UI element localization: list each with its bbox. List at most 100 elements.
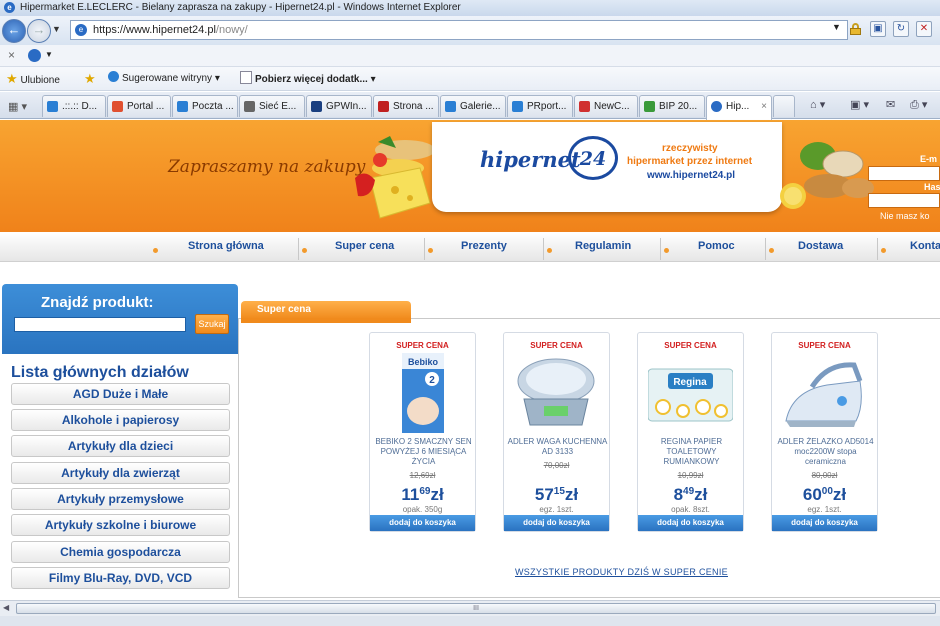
logo-panel[interactable]: hipernet 24 rzeczywisty hipermarket prze…	[432, 122, 782, 212]
back-button[interactable]: ←	[2, 19, 26, 43]
tab-7[interactable]: Galerie...	[440, 95, 506, 117]
milk-formula-box-image[interactable]: Bebiko 2	[380, 351, 465, 436]
tab-label: Hip...	[726, 101, 750, 112]
product-name[interactable]: BEBIKO 2 SMACZNY SEN POWYŻEJ 6 MIESIĄCA …	[372, 437, 475, 467]
package-info: egz. 1szt.	[539, 505, 574, 514]
address-dropdown-icon[interactable]: ▼	[832, 22, 841, 32]
price-integer: 11	[401, 485, 420, 504]
addons-button[interactable]: Pobierz więcej dodatk... ▾	[240, 71, 376, 87]
refresh-icon[interactable]: ↻	[893, 21, 909, 37]
tagline-url: www.hipernet24.pl	[647, 170, 735, 181]
favorites-button[interactable]: ★ Ulubione	[6, 71, 60, 87]
menu-gifts[interactable]: Prezenty	[461, 240, 507, 252]
tab-9[interactable]: NewC...	[574, 95, 638, 117]
menu-help[interactable]: Pomoc	[698, 240, 735, 252]
menu-terms[interactable]: Regulamin	[575, 240, 631, 252]
chevron-down-icon[interactable]: ▼	[45, 50, 53, 59]
chevron-down-icon[interactable]: ▼	[52, 24, 61, 34]
tab-label: Strona ...	[393, 101, 434, 112]
old-price: 70,00zł	[543, 461, 570, 470]
bread-illustration	[780, 142, 874, 209]
tab-active[interactable]: Hip... ×	[706, 95, 772, 120]
menu-home[interactable]: Strona główna	[188, 240, 264, 252]
lock-icon[interactable]	[850, 23, 861, 35]
menu-divider	[660, 238, 661, 260]
price-currency: zł	[564, 485, 579, 504]
stop-icon[interactable]: ✕	[916, 21, 932, 37]
tab-6[interactable]: Strona ...	[373, 95, 439, 117]
category-kids[interactable]: Artykuły dla dzieci	[11, 435, 230, 457]
steam-iron-image[interactable]	[782, 351, 867, 436]
product-card[interactable]: SUPER CENA Regina REGINA PAPIER TOALETOW…	[637, 332, 744, 532]
add-to-cart-button[interactable]: dodaj do koszyka	[370, 515, 475, 531]
toilet-paper-pack-image[interactable]: Regina	[648, 351, 733, 436]
product-card[interactable]: SUPER CENA ADLER WAGA KUCHENNA AD 3133 7…	[503, 332, 610, 532]
all-super-price-link[interactable]: WSZYSTKIE PRODUKTY DZIŚ W SUPER CENIE	[515, 567, 728, 577]
add-to-cart-button[interactable]: dodaj do koszyka	[638, 515, 743, 531]
forward-button[interactable]: →	[27, 19, 51, 43]
tab-2[interactable]: Portal ...	[107, 95, 171, 117]
globe-icon	[512, 101, 523, 112]
svg-text:Bebiko: Bebiko	[408, 357, 439, 367]
tab-5[interactable]: GPWIn...	[306, 95, 372, 117]
add-favorite-button[interactable]: ★	[84, 71, 96, 87]
category-movies[interactable]: Filmy Blu-Ray, DVD, VCD	[11, 567, 230, 589]
menu-bullet-icon	[428, 248, 433, 253]
tab-8[interactable]: PRport...	[507, 95, 573, 117]
welcome-slogan: Zapraszamy na zakupy	[168, 157, 366, 177]
category-agd[interactable]: AGD Duże i Małe	[11, 383, 230, 405]
globe-icon	[108, 71, 119, 82]
register-link[interactable]: Nie masz ko	[880, 211, 930, 221]
menu-bullet-icon	[153, 248, 158, 253]
login-email-label: E-m	[920, 154, 938, 164]
tab-4[interactable]: Sieć E...	[239, 95, 305, 117]
kitchen-scale-image[interactable]	[514, 351, 599, 436]
mail-icon[interactable]: ✉	[886, 98, 895, 111]
compatibility-view-icon[interactable]: ▣	[870, 21, 886, 37]
menu-super-price[interactable]: Super cena	[335, 240, 394, 252]
category-pets[interactable]: Artykuły dla zwierząt	[11, 462, 230, 484]
product-card[interactable]: SUPER CENA ADLER ŻELAZKO AD5014 moc2200W…	[771, 332, 878, 532]
tab-label: BIP 20...	[659, 101, 698, 112]
menu-delivery[interactable]: Dostawa	[798, 240, 843, 252]
suggested-sites-button[interactable]: Sugerowane witryny ▾	[108, 71, 220, 87]
menu-contact[interactable]: Konta	[910, 240, 940, 252]
add-to-cart-button[interactable]: dodaj do koszyka	[772, 515, 877, 531]
super-price-tab[interactable]: Super cena	[241, 301, 411, 319]
login-password-input[interactable]	[868, 193, 940, 208]
home-icon[interactable]: ⌂ ▾	[810, 98, 825, 111]
category-school[interactable]: Artykuły szkolne i biurowe	[11, 514, 230, 536]
product-name[interactable]: REGINA PAPIER TOALETOWY RUMIANKOWY	[640, 437, 743, 467]
print-icon[interactable]: ⎙ ▾	[910, 98, 927, 112]
quick-tabs-icon[interactable]: ▦ ▾	[8, 100, 27, 113]
tab-bar: ▦ ▾ .::.:: D... Portal ... Poczta ... Si…	[0, 92, 940, 120]
login-email-input[interactable]	[868, 166, 940, 181]
category-industrial[interactable]: Artykuły przemysłowe	[11, 488, 230, 510]
category-chemicals[interactable]: Chemia gospodarcza	[11, 541, 230, 563]
page-globe-icon: e	[75, 24, 87, 36]
tab-3[interactable]: Poczta ...	[172, 95, 238, 117]
product-price: 6000zł	[772, 485, 877, 505]
product-name[interactable]: ADLER ŻELAZKO AD5014 moc2200W stopa cera…	[774, 437, 877, 467]
close-icon[interactable]: ×	[8, 48, 15, 62]
feeds-icon[interactable]: ▣ ▾	[850, 98, 869, 111]
new-tab-button[interactable]	[773, 95, 795, 117]
ie-menu-icon[interactable]	[28, 49, 41, 62]
add-to-cart-button[interactable]: dodaj do koszyka	[504, 515, 609, 531]
tab-underline	[241, 318, 411, 323]
tab-1[interactable]: .::.:: D...	[42, 95, 106, 117]
category-alcohol[interactable]: Alkohole i papierosy	[11, 409, 230, 431]
logo-wordmark: hipernet	[480, 147, 581, 172]
search-button[interactable]: Szukaj	[195, 314, 229, 334]
close-tab-icon[interactable]: ×	[761, 96, 767, 117]
pb-icon	[378, 101, 389, 112]
scrollbar-thumb[interactable]: III	[16, 603, 936, 614]
search-input[interactable]	[14, 317, 186, 332]
price-integer: 57	[534, 485, 554, 504]
address-input[interactable]: e https://www.hipernet24.pl/nowy/	[70, 20, 848, 40]
scroll-left-icon[interactable]: ◀	[3, 603, 9, 612]
product-card[interactable]: SUPER CENA Bebiko 2 BEBIKO 2 SMACZNY SEN…	[369, 332, 476, 532]
tab-10[interactable]: BIP 20...	[639, 95, 705, 117]
horizontal-scrollbar[interactable]: ◀ III	[0, 600, 940, 616]
product-name[interactable]: ADLER WAGA KUCHENNA AD 3133	[506, 437, 609, 457]
